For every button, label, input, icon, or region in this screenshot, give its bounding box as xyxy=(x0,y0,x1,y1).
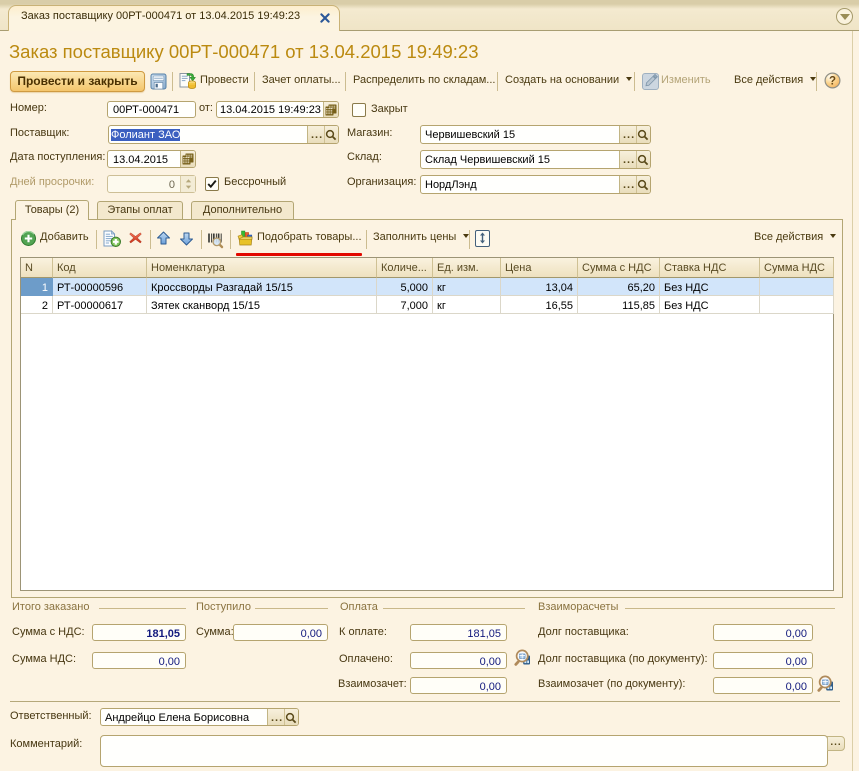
svg-text:?: ? xyxy=(829,76,836,88)
